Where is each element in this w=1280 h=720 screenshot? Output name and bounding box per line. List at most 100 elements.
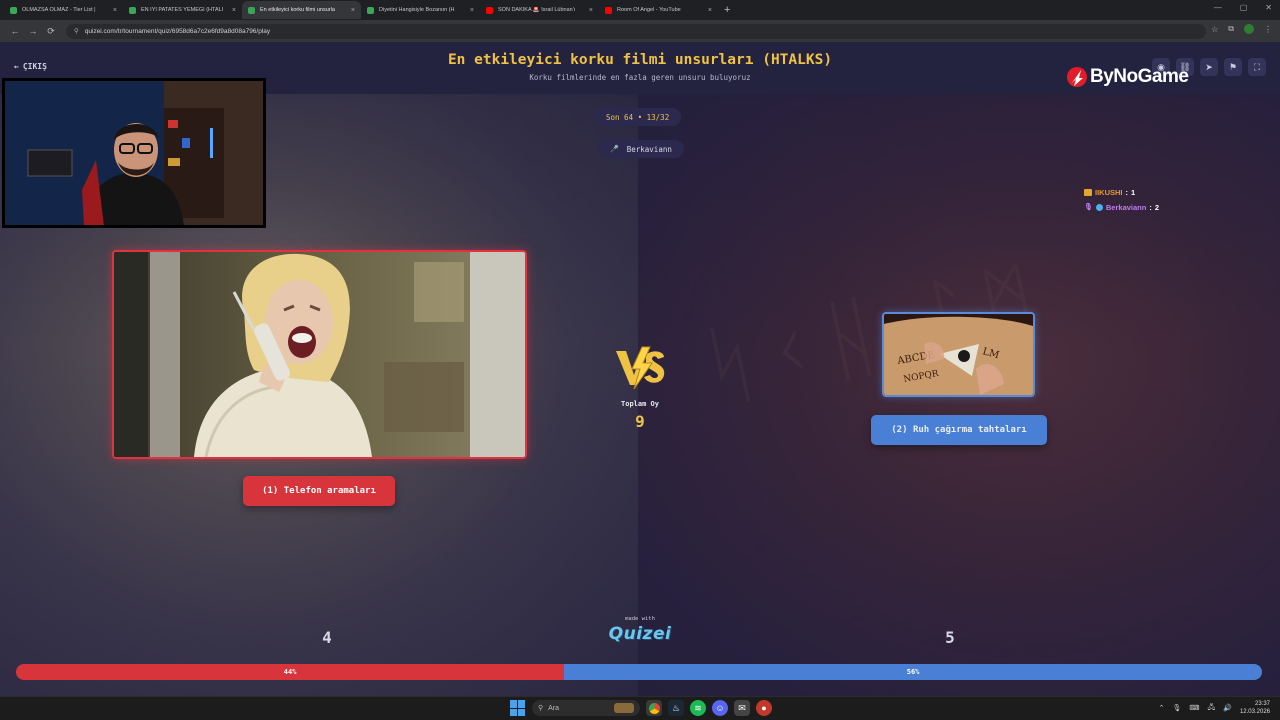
leaderboard-row: 🎙 Berkaviann : 2 <box>1084 200 1159 215</box>
tab-label: EN İYİ PATATES YEMEĞİ (HTALI <box>141 7 224 13</box>
tab-favicon-icon <box>367 6 374 14</box>
leader-name: IIKUSHI <box>1095 188 1123 197</box>
tab-close-icon[interactable]: × <box>589 7 593 14</box>
new-tab-button[interactable]: + <box>724 4 730 16</box>
tab-close-icon[interactable]: × <box>470 7 474 14</box>
menu-icon[interactable]: ⋮ <box>1264 25 1272 34</box>
discord-icon[interactable]: ☺ <box>712 700 728 716</box>
leader-score: 1 <box>1131 188 1136 197</box>
round-label: Son 64 • 13/32 <box>606 112 670 122</box>
minimize-icon[interactable]: — <box>1214 3 1222 12</box>
system-tray: ⌃ 🎙 ⌨ 🖧 🔊 23:37 12.03.2026 <box>1159 700 1270 716</box>
taskbar-apps: ⚲ Ara ♨ ≋ ☺ ✉ ● <box>510 700 772 716</box>
leaderboard-row: IIKUSHI : 1 <box>1084 185 1159 200</box>
quiz-subtitle: Korku filmlerinde en fazla geren unsuru … <box>529 73 751 82</box>
tab-label: Room Of Angel - YouTube <box>617 7 681 13</box>
site-info-icon[interactable]: ⚲ <box>74 27 79 35</box>
bookmark-star-icon[interactable]: ☆ <box>1211 25 1218 34</box>
network-icon[interactable]: 🖧 <box>1207 703 1215 714</box>
microphone-icon: 🎤 <box>610 145 619 153</box>
host-badge: 🎤 Berkaviann <box>598 140 684 158</box>
tab-close-icon[interactable]: × <box>708 7 712 14</box>
quiz-title: En etkileyici korku filmi unsurları (HTA… <box>447 52 833 68</box>
obs-icon[interactable]: ● <box>756 700 772 716</box>
start-menu-icon[interactable] <box>510 700 526 716</box>
browser-tab[interactable]: Room Of Angel - YouTube × <box>599 1 718 19</box>
streamer-camera-feed <box>4 80 264 226</box>
bynogame-logo: ByNoGame <box>1066 66 1189 88</box>
option-1-progress: 44% <box>16 664 565 680</box>
browser-tab[interactable]: EN İYİ PATATES YEMEĞİ (HTALI × <box>123 1 242 19</box>
language-icon[interactable]: ⌨ <box>1189 704 1199 712</box>
fullscreen-icon[interactable]: ⛶ <box>1248 58 1266 76</box>
maximize-icon[interactable]: ▢ <box>1240 3 1248 12</box>
back-icon[interactable]: ← <box>6 26 24 36</box>
tab-favicon-icon <box>248 6 255 14</box>
chrome-icon[interactable] <box>646 700 662 716</box>
exit-label: ÇIKIŞ <box>22 62 47 71</box>
taskbar-search-label: Ara <box>548 704 560 712</box>
crown-icon <box>1084 189 1092 196</box>
tab-list: OLMAZSA OLMAZ - Tier List | × EN İYİ PATA… <box>4 1 718 19</box>
bynogame-mark-icon <box>1067 67 1087 87</box>
browser-tab[interactable]: SON DAKİKA 🚨 İsrail Lübnan'ı × <box>480 1 599 19</box>
host-name: Berkaviann <box>626 144 672 154</box>
share-icon[interactable]: ➤ <box>1200 58 1218 76</box>
option-1-vote-count: 4 <box>322 628 332 647</box>
tab-label: SON DAKİKA 🚨 İsrail Lübnan'ı <box>498 7 576 13</box>
tab-favicon-icon <box>605 6 612 14</box>
vote-option-2-button[interactable]: (2) Ruh çağırma tahtaları <box>871 415 1047 445</box>
mic-tray-icon[interactable]: 🎙 <box>1172 704 1181 712</box>
quizei-logo[interactable]: Quizei <box>598 624 682 644</box>
round-badge: Son 64 • 13/32 <box>594 108 682 126</box>
clock[interactable]: 23:37 12.03.2026 <box>1240 700 1270 716</box>
clock-date: 12.03.2026 <box>1239 709 1270 715</box>
steam-icon[interactable]: ♨ <box>668 700 684 716</box>
ouija-board-photo: ABCDE LM NOPQR <box>884 314 1033 395</box>
leader-score: 2 <box>1154 203 1159 212</box>
spotify-icon[interactable]: ≋ <box>690 700 706 716</box>
bynogame-text: ByNoGame <box>1090 66 1189 87</box>
extensions-icon[interactable]: ⧉ <box>1228 24 1234 34</box>
window-controls: — ▢ ✕ <box>1214 3 1272 12</box>
option-1-image[interactable] <box>112 250 527 459</box>
leader-name: Berkaviann <box>1105 203 1147 212</box>
browser-tab[interactable]: Diyetini Hangisiyle Bozarsın (H × <box>361 1 480 19</box>
tab-label: En etkileyici korku filmi unsurla <box>260 7 335 13</box>
taskbar-search[interactable]: ⚲ Ara <box>532 700 640 716</box>
option-2-progress: 56% <box>564 664 1262 680</box>
tab-favicon-icon <box>486 6 493 14</box>
search-icon: ⚲ <box>538 705 544 712</box>
tab-close-icon[interactable]: × <box>113 7 117 14</box>
windows-taskbar: ⚲ Ara ♨ ≋ ☺ ✉ ● ⌃ 🎙 ⌨ 🖧 🔊 23:37 12.03.20… <box>0 696 1280 720</box>
made-with-label: made with <box>625 616 655 622</box>
address-bar-row: ← → ⟳ ⚲ quizei.com/tr/tournament/quiz/69… <box>0 20 1280 42</box>
profile-avatar[interactable] <box>1244 24 1254 34</box>
exit-button[interactable]: ← ÇIKIŞ <box>14 62 47 71</box>
arrow-left-icon: ← <box>14 62 19 71</box>
url-field[interactable]: ⚲ quizei.com/tr/tournament/quiz/6958d6a7… <box>66 23 1206 39</box>
close-window-icon[interactable]: ✕ <box>1265 3 1272 12</box>
browser-tab[interactable]: OLMAZSA OLMAZ - Tier List | × <box>4 1 123 19</box>
mic-icon: 🎙 <box>1084 204 1093 211</box>
browser-tab[interactable]: En etkileyici korku filmi unsurla × <box>242 1 361 19</box>
tab-close-icon[interactable]: × <box>351 7 355 14</box>
forward-icon[interactable]: → <box>24 26 42 36</box>
mail-icon[interactable]: ✉ <box>734 700 750 716</box>
url-text: quizei.com/tr/tournament/quiz/6958d6a7c2… <box>84 27 271 35</box>
flag-icon[interactable]: ⚑ <box>1224 58 1242 76</box>
tab-close-icon[interactable]: × <box>232 7 236 14</box>
search-highlight-icon <box>614 703 634 713</box>
total-votes-label: Toplam Oy <box>621 400 659 408</box>
vote-option-1-button[interactable]: (1) Telefon aramaları <box>243 476 395 506</box>
tray-expand-icon[interactable]: ⌃ <box>1159 704 1165 712</box>
telephone-scream-photo <box>114 252 525 457</box>
option-2-image[interactable]: ABCDE LM NOPQR <box>882 312 1035 397</box>
reload-icon[interactable]: ⟳ <box>42 26 60 37</box>
tab-favicon-icon <box>129 6 136 14</box>
vote-progress-bar: 44% 56% <box>16 664 1262 680</box>
volume-icon[interactable]: 🔊 <box>1223 704 1232 712</box>
browser-tab-strip: OLMAZSA OLMAZ - Tier List | × EN İYİ PATA… <box>0 0 1280 20</box>
total-votes-value: 9 <box>635 412 645 431</box>
tab-label: OLMAZSA OLMAZ - Tier List | <box>22 7 96 13</box>
